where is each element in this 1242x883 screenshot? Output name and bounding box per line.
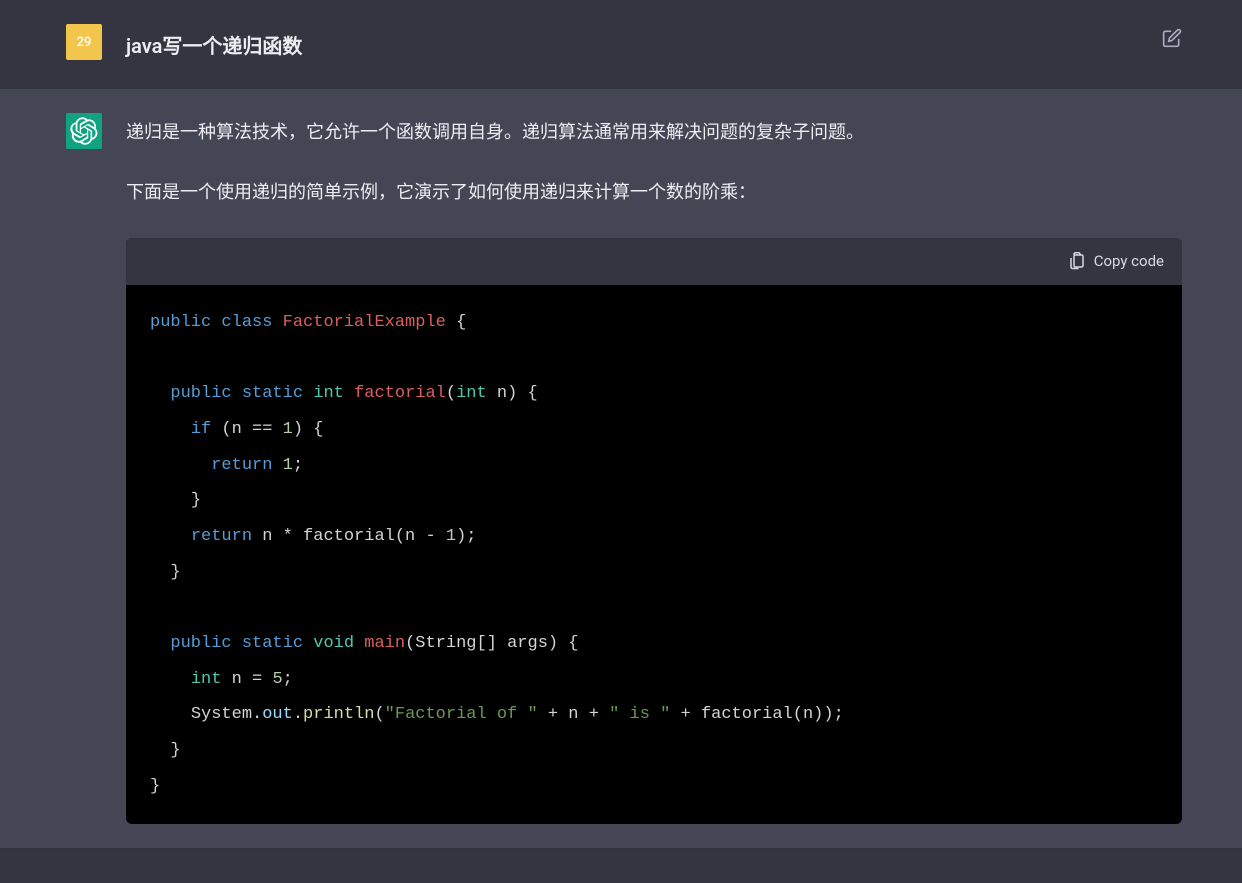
user-avatar: 29 (66, 24, 102, 60)
user-actions (1162, 24, 1182, 64)
user-avatar-text: 29 (77, 35, 92, 50)
clipboard-icon (1068, 252, 1086, 270)
user-message-text: java写一个递归函数 (126, 24, 1138, 64)
assistant-message-content: 递归是一种算法技术，它允许一个函数调用自身。递归算法通常用来解决问题的复杂子问题… (126, 113, 1182, 824)
copy-code-button[interactable]: Copy code (1068, 248, 1164, 275)
user-message-row: 29 java写一个递归函数 (0, 0, 1242, 88)
copy-code-label: Copy code (1094, 248, 1164, 275)
assistant-paragraph-2: 下面是一个使用递归的简单示例，它演示了如何使用递归来计算一个数的阶乘： (126, 177, 1182, 209)
assistant-message-row: 递归是一种算法技术，它允许一个函数调用自身。递归算法通常用来解决问题的复杂子问题… (0, 88, 1242, 849)
openai-logo-icon (70, 117, 98, 145)
code-block: Copy code public class FactorialExample … (126, 238, 1182, 825)
assistant-paragraph-1: 递归是一种算法技术，它允许一个函数调用自身。递归算法通常用来解决问题的复杂子问题… (126, 117, 1182, 149)
edit-icon[interactable] (1162, 28, 1182, 48)
code-content: public class FactorialExample { public s… (126, 285, 1182, 825)
code-header: Copy code (126, 238, 1182, 285)
assistant-avatar (66, 113, 102, 149)
